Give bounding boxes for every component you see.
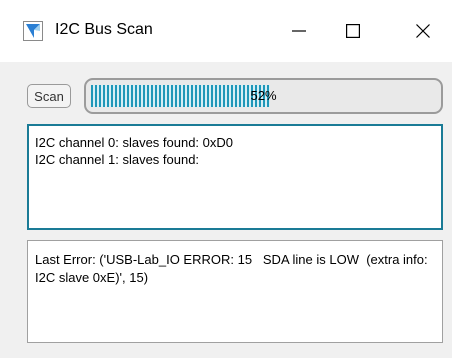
title-bar[interactable]: I2C Bus Scan — [0, 0, 452, 62]
minimize-icon — [292, 24, 306, 38]
output-line: I2C channel 1: slaves found: — [35, 152, 200, 167]
scan-progress-bar: 52% — [84, 78, 443, 114]
maximize-icon — [346, 24, 360, 38]
output-line: I2C channel 0: slaves found: 0xD0 — [35, 135, 234, 150]
last-error-box[interactable]: Last Error: ('USB-Lab_IO ERROR: 15 SDA l… — [27, 240, 443, 343]
app-window: I2C Bus Scan Scan 52% I2C channel 0: sla… — [0, 0, 452, 358]
close-button[interactable] — [400, 0, 446, 62]
scan-output-box[interactable]: I2C channel 0: slaves found: 0xD0 I2C cha… — [27, 124, 443, 230]
window-title: I2C Bus Scan — [55, 21, 153, 38]
minimize-button[interactable] — [276, 0, 322, 62]
maximize-button[interactable] — [330, 0, 376, 62]
scan-button[interactable]: Scan — [27, 84, 71, 108]
app-icon — [23, 21, 43, 41]
close-icon — [416, 24, 430, 38]
progress-text: 52% — [250, 88, 277, 103]
